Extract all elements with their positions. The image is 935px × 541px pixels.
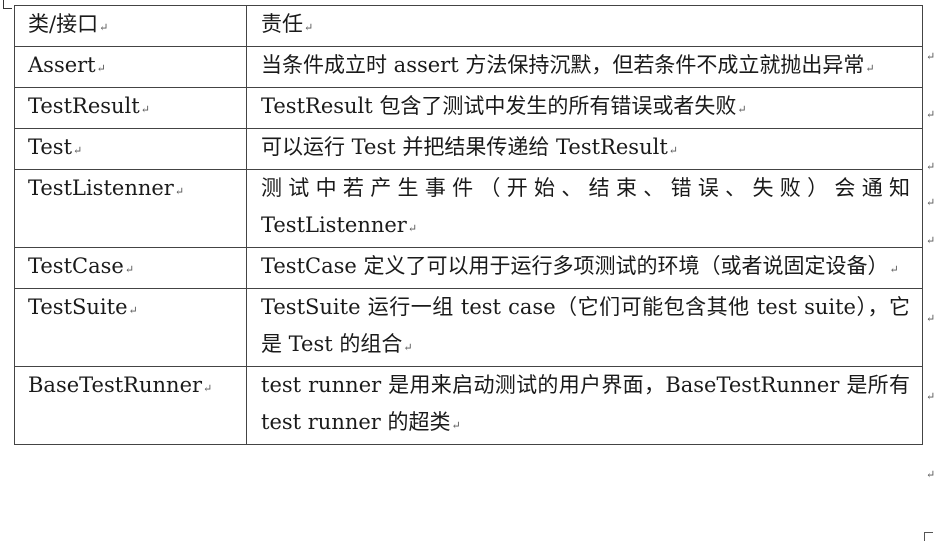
class-name: TestResult — [28, 94, 140, 118]
class-name-cell: TestCase↵ — [14, 247, 247, 289]
responsibility-cell: TestCase 定义了可以用于运行多项测试的环境（或者说固定设备）↵ — [246, 247, 923, 289]
row-end-mark-icon: ↵ — [926, 234, 935, 247]
responsibility-cell: 可以运行 Test 并把结果传递给 TestResult↵ — [246, 128, 923, 170]
paragraph-mark-icon: ↵ — [737, 103, 747, 116]
class-name-cell: Assert↵ — [14, 46, 247, 88]
paragraph-mark-icon: ↵ — [407, 222, 418, 235]
paragraph-mark-icon: ↵ — [73, 144, 83, 157]
paragraph-mark-icon: ↵ — [889, 263, 899, 276]
class-name-cell: Test↵ — [14, 128, 247, 170]
table-row: Test↵ 可以运行 Test 并把结果传递给 TestResult↵ — [14, 128, 923, 170]
responsibility-cell: TestResult 包含了测试中发生的所有错误或者失败↵ — [246, 87, 923, 129]
row-end-mark-icon: ↵ — [926, 160, 935, 173]
responsibility-cell: TestSuite 运行一组 test case（它们可能包含其他 test s… — [246, 288, 923, 367]
row-end-mark-icon: ↵ — [926, 312, 935, 325]
class-name: Assert — [28, 53, 96, 77]
responsibility-text: test runner 是用来启动测试的用户界面，BaseTestRunner … — [261, 373, 910, 434]
class-name: TestListenner — [28, 176, 174, 200]
paragraph-mark-icon: ↵ — [128, 304, 138, 317]
class-name-cell: TestListenner↵ — [14, 169, 247, 248]
responsibility-text: 当条件成立时 assert 方法保持沉默，但若条件不成立就抛出异常 — [261, 53, 865, 77]
row-end-mark-icon: ↵ — [926, 196, 935, 209]
table-row: TestResult↵ TestResult 包含了测试中发生的所有错误或者失败… — [14, 87, 923, 129]
paragraph-mark-icon: ↵ — [865, 62, 875, 75]
paragraph-mark-icon: ↵ — [99, 21, 109, 34]
row-end-mark-icon: ↵ — [926, 108, 935, 121]
class-name-cell: TestSuite↵ — [14, 288, 247, 367]
table-row: TestListenner↵ 测试中若产生事件（开始、结束、错误、失败）会通知 … — [14, 169, 923, 248]
responsibility-text: TestSuite 运行一组 test case（它们可能包含其他 test s… — [261, 295, 910, 356]
paragraph-mark-icon: ↵ — [140, 103, 150, 116]
responsibility-table: 类/接口↵ 责任↵ Assert↵ 当条件成立时 assert 方法保持沉默，但… — [14, 5, 923, 445]
class-name: BaseTestRunner — [28, 373, 203, 397]
header-class-interface-text: 类/接口 — [28, 12, 99, 36]
responsibility-text: TestResult 包含了测试中发生的所有错误或者失败 — [261, 94, 737, 118]
header-cell-class-interface: 类/接口↵ — [14, 5, 247, 47]
header-cell-responsibility: 责任↵ — [246, 5, 923, 47]
row-end-mark-icon: ↵ — [926, 50, 935, 63]
table-row: TestSuite↵ TestSuite 运行一组 test case（它们可能… — [14, 288, 923, 367]
responsibility-text: 测试中若产生事件（开始、结束、错误、失败）会通知 TestListenner — [261, 176, 910, 237]
header-responsibility-text: 责任 — [261, 12, 303, 36]
responsibility-cell: 测试中若产生事件（开始、结束、错误、失败）会通知 TestListenner↵ — [246, 169, 923, 248]
responsibility-cell: 当条件成立时 assert 方法保持沉默，但若条件不成立就抛出异常↵ — [246, 46, 923, 88]
table-anchor-icon — [3, 0, 12, 9]
paragraph-mark-icon: ↵ — [451, 419, 461, 432]
paragraph-mark-icon: ↵ — [304, 21, 314, 34]
table-row: TestCase↵ TestCase 定义了可以用于运行多项测试的环境（或者说固… — [14, 247, 923, 289]
paragraph-mark-icon: ↵ — [668, 144, 678, 157]
table-row: Assert↵ 当条件成立时 assert 方法保持沉默，但若条件不成立就抛出异… — [14, 46, 923, 88]
responsibility-text: TestCase 定义了可以用于运行多项测试的环境（或者说固定设备） — [261, 254, 889, 278]
paragraph-mark-icon: ↵ — [403, 341, 413, 354]
class-name-cell: TestResult↵ — [14, 87, 247, 129]
document-page: 类/接口↵ 责任↵ Assert↵ 当条件成立时 assert 方法保持沉默，但… — [0, 0, 935, 541]
class-name: TestSuite — [28, 295, 128, 319]
class-name-cell: BaseTestRunner↵ — [14, 366, 247, 445]
class-name: TestCase — [28, 254, 124, 278]
responsibility-cell: test runner 是用来启动测试的用户界面，BaseTestRunner … — [246, 366, 923, 445]
row-end-mark-icon: ↵ — [926, 468, 935, 481]
table-header-row: 类/接口↵ 责任↵ — [14, 5, 923, 47]
paragraph-mark-icon: ↵ — [174, 185, 185, 198]
row-end-mark-icon: ↵ — [926, 390, 935, 403]
class-name: Test — [28, 135, 73, 159]
table-row: BaseTestRunner↵ test runner 是用来启动测试的用户界面… — [14, 366, 923, 445]
paragraph-mark-icon: ↵ — [124, 263, 135, 276]
paragraph-mark-icon: ↵ — [203, 382, 213, 395]
responsibility-text: 可以运行 Test 并把结果传递给 TestResult — [261, 135, 668, 159]
paragraph-mark-icon: ↵ — [96, 62, 106, 75]
